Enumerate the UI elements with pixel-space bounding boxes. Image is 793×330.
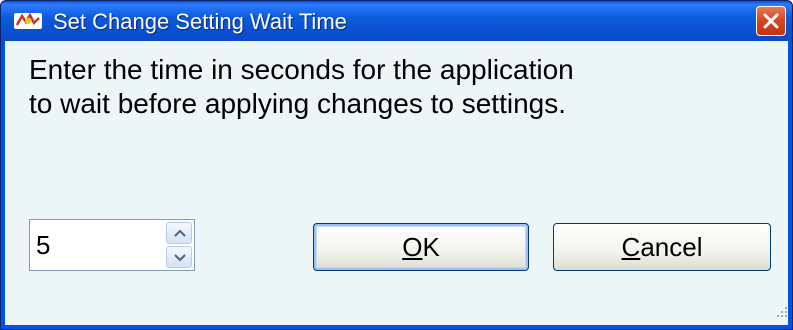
message-line-2: to wait before applying changes to setti… — [29, 88, 567, 119]
ok-button-label: OK — [402, 232, 440, 262]
cancel-button-label: Cancel — [621, 232, 703, 262]
app-icon — [13, 11, 43, 31]
wait-time-input[interactable] — [32, 222, 160, 268]
title-bar[interactable]: Set Change Setting Wait Time — [1, 1, 792, 41]
dialog-message: Enter the time in seconds for the applic… — [29, 53, 769, 121]
wait-time-spinner — [29, 219, 195, 271]
cancel-button[interactable]: Cancel — [553, 223, 771, 271]
spinner-down-button[interactable] — [166, 246, 192, 268]
ok-button[interactable]: OK — [313, 223, 529, 271]
resize-grip-icon[interactable] — [775, 305, 789, 319]
chevron-down-icon — [174, 254, 186, 262]
chevron-up-icon — [174, 229, 186, 237]
window-title: Set Change Setting Wait Time — [53, 9, 347, 34]
spinner-up-button[interactable] — [166, 222, 192, 244]
close-button[interactable] — [756, 6, 786, 36]
message-line-1: Enter the time in seconds for the applic… — [29, 54, 574, 85]
close-icon — [763, 13, 779, 29]
dialog-window: Set Change Setting Wait Time Enter the t… — [0, 0, 793, 330]
